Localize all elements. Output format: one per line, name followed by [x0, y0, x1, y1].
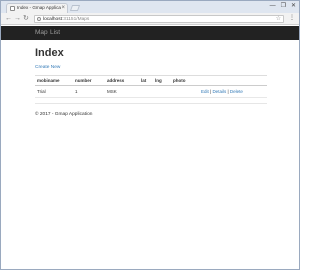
cell-lat [139, 85, 153, 98]
forward-arrow-icon[interactable]: → [14, 14, 21, 23]
create-new-link[interactable]: Create New [35, 65, 60, 71]
close-tab-icon[interactable]: × [61, 4, 65, 12]
delete-link[interactable]: Delete [230, 89, 243, 94]
cell-actions: Edit | Details | Delete [199, 85, 267, 98]
cell-number: 1 [73, 85, 105, 98]
cell-photo [171, 85, 199, 98]
nav-link-list[interactable]: List [50, 29, 60, 37]
navbar-brand[interactable]: Map [35, 29, 48, 37]
tab-title: Index - Gmap Application [17, 5, 61, 10]
column-header-lat: lat [139, 75, 153, 86]
cell-mobiname: Trial [35, 85, 73, 98]
edit-link[interactable]: Edit [201, 89, 209, 94]
bookmark-star-icon[interactable]: ☆ [276, 16, 281, 23]
footer-divider [35, 103, 267, 104]
column-header-photo: photo [171, 75, 199, 86]
tab-strip: Index - Gmap Application × — ❐ ✕ [1, 1, 299, 13]
url-path: :31151/Maps [61, 17, 90, 22]
footer-text: © 2017 - Gmap Application [35, 112, 93, 117]
cell-lng [153, 85, 171, 98]
browser-tab[interactable]: Index - Gmap Application × [6, 3, 68, 13]
address-bar[interactable]: localhost:31151/Maps ☆ [34, 15, 284, 23]
table-row: Trial 1 MSK Edit | Details | Delete [35, 85, 267, 98]
cell-address: MSK [105, 85, 139, 98]
details-link[interactable]: Details [212, 89, 226, 94]
column-header-mobiname: mobiname [35, 75, 73, 86]
maps-table: mobiname number address lat lng photo Tr… [35, 75, 267, 98]
browser-menu-icon[interactable]: ⋮ [289, 15, 295, 22]
column-header-lng: lng [153, 75, 171, 86]
site-navbar: Map List [1, 26, 299, 40]
info-icon[interactable] [37, 17, 41, 21]
page-title: Index [35, 47, 64, 59]
column-header-address: address [105, 75, 139, 86]
url-text: localhost:31151/Maps [43, 17, 89, 23]
page-icon [10, 6, 15, 11]
reload-icon[interactable]: ↻ [23, 14, 29, 23]
column-header-actions [199, 75, 267, 86]
column-header-number: number [73, 75, 105, 86]
back-arrow-icon[interactable]: ← [5, 14, 12, 23]
window-controls: — ❐ ✕ [270, 2, 296, 10]
browser-window: Index - Gmap Application × — ❐ ✕ ← → ↻ l… [0, 0, 300, 270]
close-window-icon[interactable]: ✕ [291, 2, 296, 10]
minimize-icon[interactable]: — [270, 2, 276, 10]
browser-toolbar: ← → ↻ localhost:31151/Maps ☆ ⋮ [1, 13, 299, 25]
new-tab-button[interactable] [69, 5, 81, 11]
url-host: localhost [43, 17, 62, 22]
maximize-icon[interactable]: ❐ [281, 2, 286, 10]
table-header-row: mobiname number address lat lng photo [35, 75, 267, 86]
